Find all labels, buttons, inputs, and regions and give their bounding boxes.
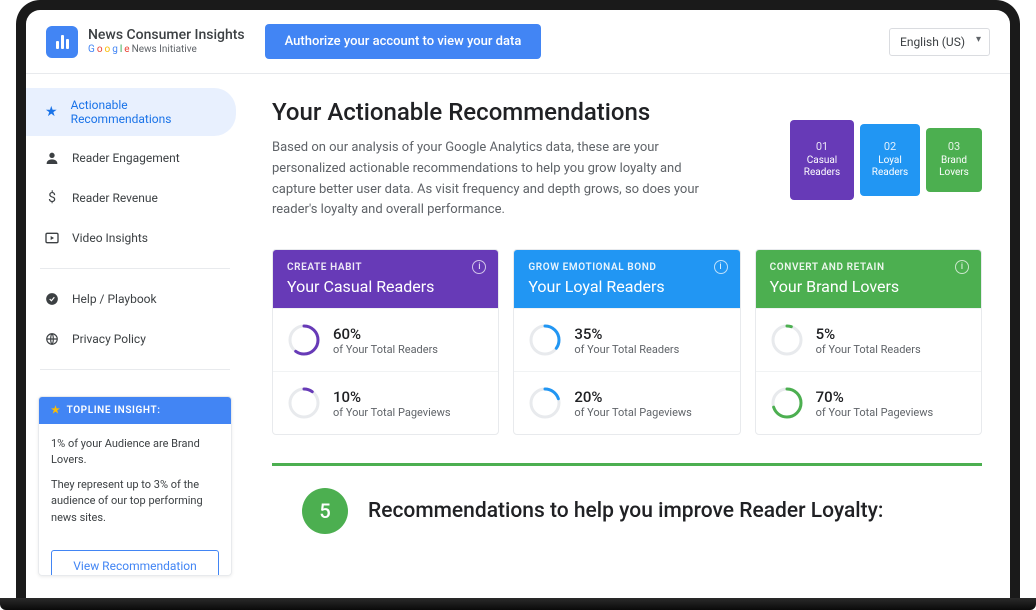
metric-value: 70% bbox=[816, 388, 934, 406]
star-icon: ★ bbox=[44, 104, 59, 120]
check-circle-icon bbox=[44, 291, 60, 307]
step-loyal-readers[interactable]: 02 Loyal Readers bbox=[860, 124, 920, 196]
metric-value: 10% bbox=[333, 388, 451, 406]
donut-chart-icon bbox=[770, 386, 804, 420]
info-icon[interactable]: i bbox=[714, 260, 728, 274]
sidebar-item-recommendations[interactable]: ★ Actionable Recommendations bbox=[26, 88, 236, 136]
product-logo[interactable]: News Consumer Insights Google News Initi… bbox=[46, 26, 245, 58]
donut-chart-icon bbox=[528, 386, 562, 420]
metric-row: 10% of Your Total Pageviews bbox=[273, 371, 498, 434]
insight-heading-text: TOPLINE INSIGHT: bbox=[67, 405, 161, 416]
segment-tag: CREATE HABIT bbox=[287, 262, 484, 273]
sidebar-item-label: Reader Engagement bbox=[72, 151, 180, 165]
metric-value: 5% bbox=[816, 325, 921, 343]
segment-header: CREATE HABIT Your Casual Readers i bbox=[273, 250, 498, 308]
sidebar: ★ Actionable Recommendations Reader Enga… bbox=[26, 74, 244, 604]
step-casual-readers[interactable]: 01 Casual Readers bbox=[790, 120, 854, 200]
metric-label: of Your Total Pageviews bbox=[333, 406, 451, 419]
segment-card-2[interactable]: CONVERT AND RETAIN Your Brand Lovers i 5… bbox=[755, 249, 982, 435]
donut-chart-icon bbox=[287, 323, 321, 357]
metric-value: 60% bbox=[333, 325, 438, 343]
donut-chart-icon bbox=[528, 323, 562, 357]
sidebar-item-revenue[interactable]: $ Reader Revenue bbox=[26, 180, 236, 216]
step-number: 02 bbox=[884, 140, 896, 153]
page-title: Your Actionable Recommendations bbox=[272, 98, 762, 126]
segments-row: CREATE HABIT Your Casual Readers i 60% o… bbox=[272, 249, 982, 435]
sidebar-item-label: Privacy Policy bbox=[72, 332, 146, 346]
metric-row: 20% of Your Total Pageviews bbox=[514, 371, 739, 434]
donut-chart-icon bbox=[770, 323, 804, 357]
language-select[interactable]: English (US) bbox=[889, 28, 990, 56]
segment-tag: CONVERT AND RETAIN bbox=[770, 262, 967, 273]
metric-value: 35% bbox=[574, 325, 679, 343]
recommendations-title: Recommendations to help you improve Read… bbox=[368, 498, 883, 525]
view-recommendation-button[interactable]: View Recommendation bbox=[51, 550, 219, 576]
sidebar-item-label: Actionable Recommendations bbox=[71, 98, 218, 126]
laptop-base bbox=[0, 598, 1036, 610]
nav-divider bbox=[40, 369, 230, 370]
product-subtitle: Google News Initiative bbox=[88, 44, 245, 56]
donut-chart-icon bbox=[287, 386, 321, 420]
segment-title: Your Casual Readers bbox=[287, 277, 484, 296]
dollar-icon: $ bbox=[44, 190, 60, 206]
sidebar-item-help[interactable]: Help / Playbook bbox=[26, 281, 236, 317]
metric-label: of Your Total Readers bbox=[574, 343, 679, 356]
segment-header: GROW EMOTIONAL BOND Your Loyal Readers i bbox=[514, 250, 739, 308]
main-content: Your Actionable Recommendations Based on… bbox=[244, 74, 1010, 604]
app-screen: News Consumer Insights Google News Initi… bbox=[26, 10, 1010, 604]
insight-line1: 1% of your Audience are Brand Lovers. bbox=[51, 436, 219, 469]
sidebar-item-label: Reader Revenue bbox=[72, 191, 158, 205]
segment-title: Your Brand Lovers bbox=[770, 277, 967, 296]
metric-row: 35% of Your Total Readers bbox=[514, 308, 739, 371]
page-description: Based on our analysis of your Google Ana… bbox=[272, 138, 712, 221]
metric-value: 20% bbox=[574, 388, 692, 406]
top-bar: News Consumer Insights Google News Initi… bbox=[26, 10, 1010, 74]
video-icon bbox=[44, 230, 60, 246]
metric-row: 5% of Your Total Readers bbox=[756, 308, 981, 371]
metric-label: of Your Total Pageviews bbox=[574, 406, 692, 419]
account-icon bbox=[44, 150, 60, 166]
step-number: 01 bbox=[816, 140, 828, 153]
segment-card-1[interactable]: GROW EMOTIONAL BOND Your Loyal Readers i… bbox=[513, 249, 740, 435]
metric-label: of Your Total Readers bbox=[816, 343, 921, 356]
segment-tag: GROW EMOTIONAL BOND bbox=[528, 262, 725, 273]
star-icon: ★ bbox=[51, 405, 61, 416]
metric-row: 60% of Your Total Readers bbox=[273, 308, 498, 371]
metric-label: of Your Total Readers bbox=[333, 343, 438, 356]
step-number: 03 bbox=[948, 140, 960, 153]
sidebar-item-engagement[interactable]: Reader Engagement bbox=[26, 140, 236, 176]
step-brand-lovers[interactable]: 03 Brand Lovers bbox=[926, 128, 982, 192]
metric-label: of Your Total Pageviews bbox=[816, 406, 934, 419]
sidebar-item-label: Help / Playbook bbox=[72, 292, 157, 306]
insight-line2: They represent up to 3% of the audience … bbox=[51, 477, 219, 527]
step-label: Casual Readers bbox=[798, 155, 846, 179]
product-title: News Consumer Insights bbox=[88, 27, 245, 44]
authorize-button[interactable]: Authorize your account to view your data bbox=[265, 24, 542, 59]
sidebar-item-privacy[interactable]: Privacy Policy bbox=[26, 321, 236, 357]
recommendations-count: 5 bbox=[302, 488, 348, 534]
segment-header: CONVERT AND RETAIN Your Brand Lovers i bbox=[756, 250, 981, 308]
step-label: Brand Lovers bbox=[934, 155, 974, 179]
logo-chart-icon bbox=[46, 26, 78, 58]
insight-heading: ★ TOPLINE INSIGHT: bbox=[39, 397, 231, 424]
nav-divider bbox=[40, 268, 230, 269]
topline-insight-card: ★ TOPLINE INSIGHT: 1% of your Audience a… bbox=[38, 396, 232, 576]
funnel-steps: 01 Casual Readers 02 Loyal Readers 03 Br… bbox=[790, 98, 982, 221]
sidebar-item-video[interactable]: Video Insights bbox=[26, 220, 236, 256]
sidebar-item-label: Video Insights bbox=[72, 231, 148, 245]
step-label: Loyal Readers bbox=[868, 155, 912, 179]
segment-title: Your Loyal Readers bbox=[528, 277, 725, 296]
laptop-frame: News Consumer Insights Google News Initi… bbox=[16, 0, 1020, 604]
segment-card-0[interactable]: CREATE HABIT Your Casual Readers i 60% o… bbox=[272, 249, 499, 435]
globe-icon bbox=[44, 331, 60, 347]
metric-row: 70% of Your Total Pageviews bbox=[756, 371, 981, 434]
recommendations-block: 5 Recommendations to help you improve Re… bbox=[272, 463, 982, 534]
